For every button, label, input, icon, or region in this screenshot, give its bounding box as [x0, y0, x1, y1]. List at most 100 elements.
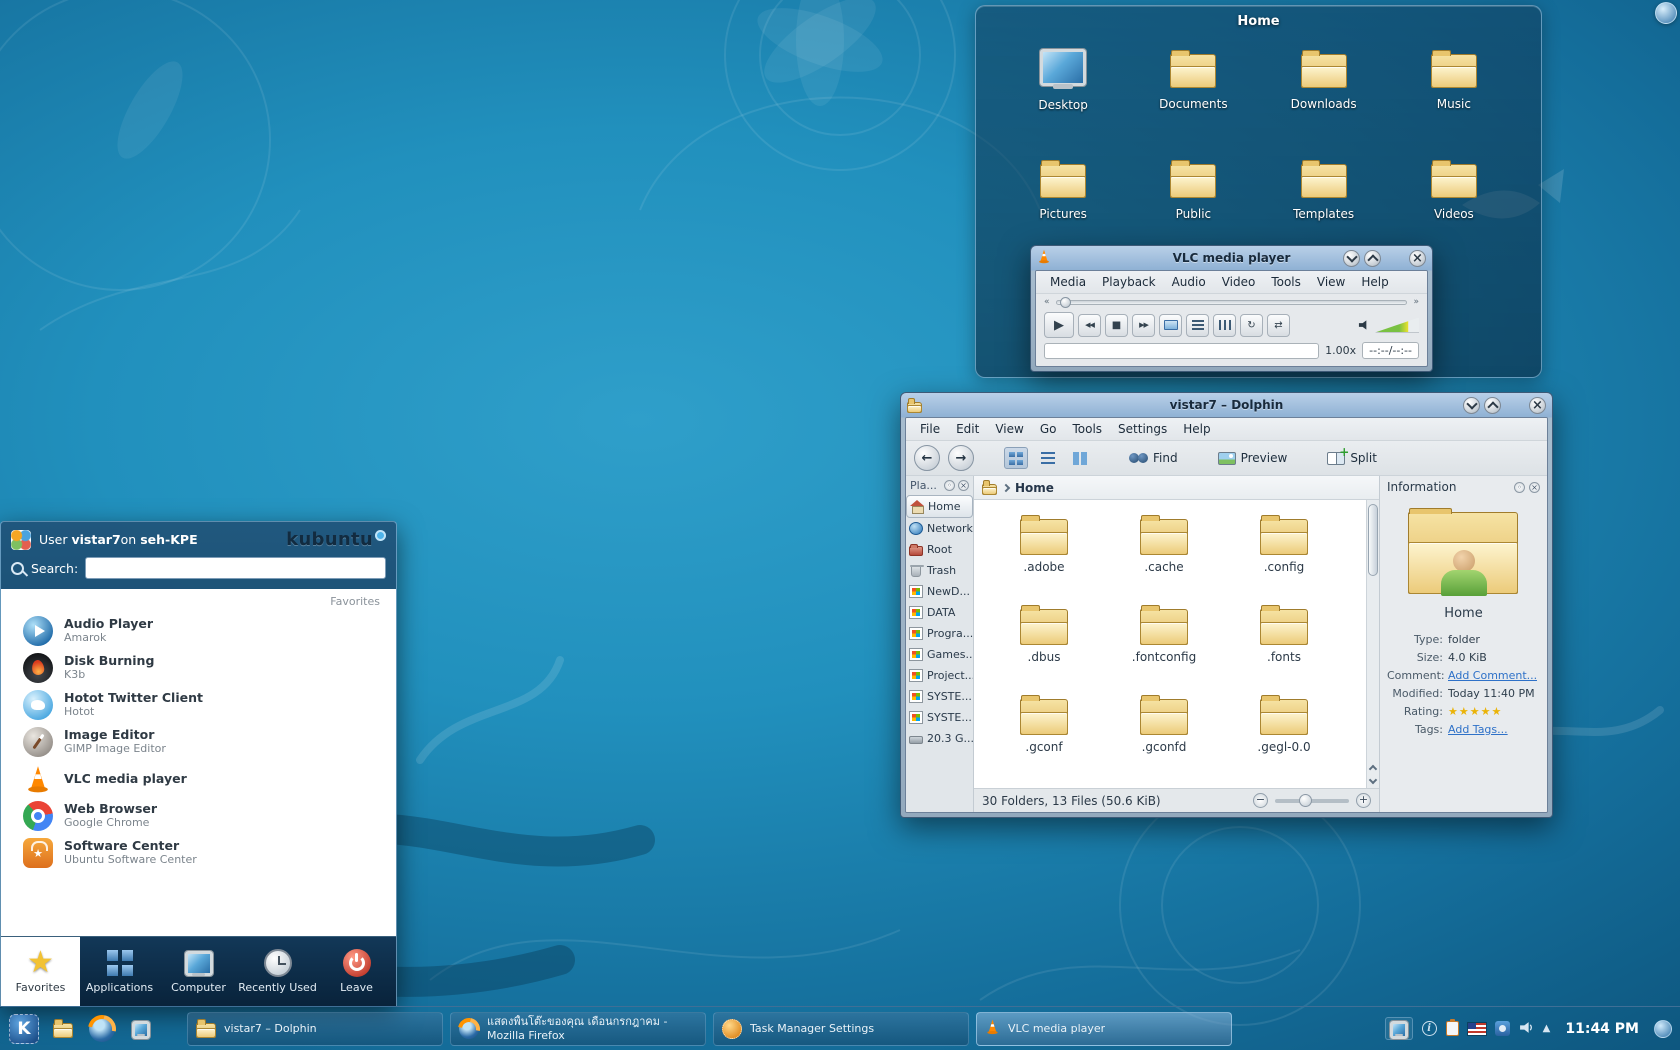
file-item-gconfd[interactable]: .gconfd — [1104, 694, 1224, 784]
place-hard-drive[interactable]: 20.3 G... — [906, 728, 973, 749]
file-item-gconf[interactable]: .gconf — [984, 694, 1104, 784]
menu-view[interactable]: View — [1309, 273, 1353, 291]
place-project[interactable]: Project... — [906, 665, 973, 686]
task-firefox[interactable]: แสดงพื้นโต๊ะของคุณ เดือนกรกฎาคม - Mozill… — [450, 1011, 706, 1046]
place-root[interactable]: Root — [906, 539, 973, 560]
close-button[interactable] — [1409, 249, 1426, 267]
seek-forward-icon[interactable]: » — [1413, 297, 1419, 307]
file-item-config[interactable]: .config — [1224, 514, 1344, 604]
launcher-item-disk-burning[interactable]: Disk Burning K3b — [1, 649, 396, 686]
forward-button[interactable]: → — [948, 445, 974, 471]
back-button[interactable]: ← — [914, 445, 940, 471]
preview-button[interactable]: Preview — [1211, 448, 1295, 468]
plasma-cashew-icon[interactable] — [1655, 2, 1677, 24]
notifications-icon[interactable]: i — [1421, 1021, 1437, 1036]
place-system1[interactable]: SYSTE... — [906, 686, 973, 707]
menu-file[interactable]: File — [912, 420, 948, 438]
file-item-gegl[interactable]: .gegl-0.0 — [1224, 694, 1344, 784]
zoom-in-button[interactable]: + — [1356, 793, 1371, 808]
previous-button[interactable]: ◀◀ — [1078, 313, 1101, 337]
file-item-adobe[interactable]: .adobe — [984, 514, 1104, 604]
firefox-launcher[interactable] — [86, 1013, 118, 1045]
panel-settings-button[interactable]: ◦ — [1514, 481, 1525, 493]
playlist-button[interactable] — [1186, 313, 1209, 337]
dolphin-titlebar[interactable]: vistar7 – Dolphin — [905, 393, 1548, 417]
breadcrumb-home[interactable]: Home — [1015, 481, 1054, 495]
fullscreen-button[interactable] — [1159, 313, 1182, 337]
playback-rate[interactable]: 1.00x — [1325, 344, 1356, 357]
split-button[interactable]: Split — [1320, 445, 1384, 468]
menu-media[interactable]: Media — [1042, 273, 1094, 291]
keyboard-layout-flag-icon[interactable] — [1467, 1022, 1486, 1035]
place-program[interactable]: Progra... — [906, 623, 973, 644]
launcher-item-image-editor[interactable]: Image Editor GIMP Image Editor — [1, 723, 396, 760]
menu-settings[interactable]: Settings — [1110, 420, 1175, 438]
tab-favorites[interactable]: Favorites — [1, 937, 80, 1006]
scrollbar-thumb[interactable] — [1368, 504, 1378, 576]
menu-help[interactable]: Help — [1353, 273, 1396, 291]
tab-recently-used[interactable]: Recently Used — [238, 937, 317, 1006]
icons-view-button[interactable] — [1004, 447, 1028, 469]
desktop-icon-downloads[interactable]: Downloads — [1259, 43, 1389, 153]
volume-slider[interactable] — [1375, 317, 1419, 333]
menu-video[interactable]: Video — [1214, 273, 1264, 291]
close-panel-button[interactable]: × — [1529, 481, 1540, 493]
zoom-out-button[interactable]: − — [1253, 793, 1268, 808]
shuffle-button[interactable]: ⇄ — [1267, 313, 1290, 337]
maximize-button[interactable] — [1364, 249, 1381, 267]
desktop-icon-desktop[interactable]: Desktop — [998, 43, 1128, 153]
file-item-fontconfig[interactable]: .fontconfig — [1104, 604, 1224, 694]
menu-tools[interactable]: Tools — [1064, 420, 1110, 438]
volume-icon[interactable] — [1519, 1019, 1534, 1038]
columns-view-button[interactable] — [1068, 447, 1092, 469]
launcher-item-web-browser[interactable]: Web Browser Google Chrome — [1, 797, 396, 834]
menu-tools[interactable]: Tools — [1263, 273, 1309, 291]
task-dolphin[interactable]: vistar7 – Dolphin — [187, 1011, 443, 1046]
play-button[interactable]: ▶ — [1044, 312, 1074, 338]
menu-audio[interactable]: Audio — [1164, 273, 1214, 291]
tab-leave[interactable]: Leave — [317, 937, 396, 1006]
menu-playback[interactable]: Playback — [1094, 273, 1164, 291]
file-item-dbus[interactable]: .dbus — [984, 604, 1104, 694]
clock[interactable]: 11:44 PM — [1559, 1021, 1645, 1037]
scroll-up-icon[interactable] — [1368, 764, 1378, 774]
float-panel-button[interactable]: ◦ — [944, 480, 955, 491]
tab-applications[interactable]: Applications — [80, 937, 159, 1006]
add-comment-link[interactable]: Add Comment... — [1448, 669, 1537, 682]
panel-cashew-icon[interactable] — [1654, 1019, 1672, 1038]
minimize-button[interactable] — [1463, 396, 1480, 414]
display-settings-tray-icon[interactable] — [1384, 1017, 1413, 1040]
extended-settings-button[interactable] — [1213, 313, 1236, 337]
place-home[interactable]: Home — [906, 495, 973, 518]
place-network[interactable]: Network — [906, 518, 973, 539]
clipboard-icon[interactable] — [1445, 1019, 1459, 1036]
place-data[interactable]: DATA — [906, 602, 973, 623]
zoom-knob[interactable] — [1299, 793, 1312, 807]
vlc-titlebar[interactable]: VLC media player — [1035, 246, 1428, 270]
expand-tray-icon[interactable]: ▲ — [1543, 1023, 1551, 1034]
launcher-item-audio-player[interactable]: Audio Player Amarok — [1, 612, 396, 649]
search-input[interactable] — [85, 557, 386, 579]
zoom-slider[interactable] — [1275, 793, 1349, 807]
find-button[interactable]: Find — [1122, 448, 1185, 468]
menu-edit[interactable]: Edit — [948, 420, 987, 438]
next-button[interactable]: ▶▶ — [1132, 313, 1155, 337]
loop-button[interactable]: ↻ — [1240, 313, 1263, 337]
desktop-icon-documents[interactable]: Documents — [1128, 43, 1258, 153]
place-trash[interactable]: Trash — [906, 560, 973, 581]
launcher-item-software-center[interactable]: Software Center Ubuntu Software Center — [1, 834, 396, 871]
scroll-down-icon[interactable] — [1368, 775, 1378, 785]
system-monitor-launcher[interactable] — [125, 1013, 157, 1045]
network-manager-icon[interactable] — [1494, 1021, 1510, 1036]
seek-slider[interactable] — [1055, 296, 1408, 308]
task-task-manager-settings[interactable]: Task Manager Settings — [713, 1011, 969, 1046]
place-games[interactable]: Games... — [906, 644, 973, 665]
launcher-item-hotot[interactable]: Hotot Twitter Client Hotot — [1, 686, 396, 723]
maximize-button[interactable] — [1484, 396, 1501, 414]
close-panel-button[interactable]: × — [958, 480, 969, 491]
file-item-fonts[interactable]: .fonts — [1224, 604, 1344, 694]
tab-computer[interactable]: Computer — [159, 937, 238, 1006]
stop-button[interactable]: ■ — [1105, 313, 1128, 337]
file-item-cache[interactable]: .cache — [1104, 514, 1224, 604]
launcher-item-vlc[interactable]: VLC media player — [1, 760, 396, 797]
